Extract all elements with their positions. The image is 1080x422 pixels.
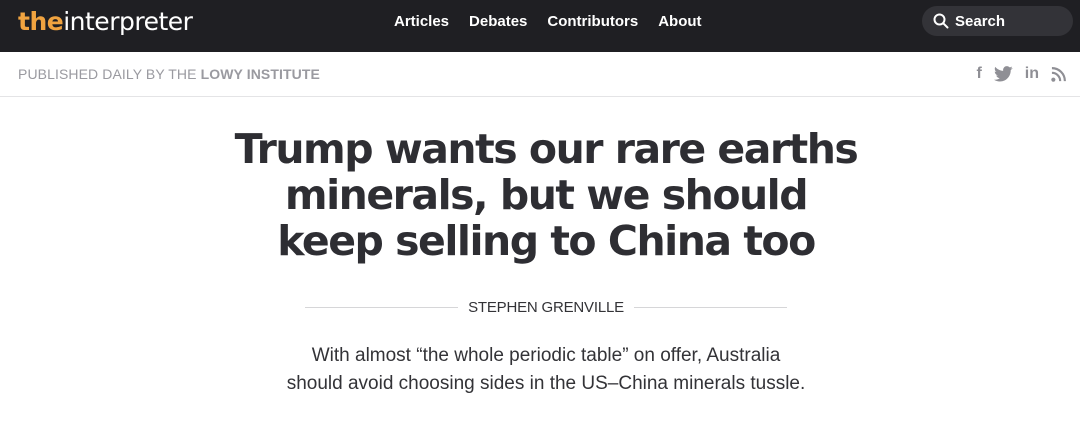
headline-line: minerals, but we should (284, 171, 809, 219)
tagline-institute-link[interactable]: LOWY INSTITUTE (201, 66, 320, 82)
publisher-tagline: PUBLISHED DAILY BY THE LOWY INSTITUTE (18, 66, 320, 82)
nav-item-contributors[interactable]: Contributors (537, 13, 648, 31)
rss-icon[interactable] (1051, 66, 1066, 82)
standfirst-line: With almost “the whole periodic table” o… (311, 345, 781, 366)
social-links: f in (976, 64, 1066, 84)
facebook-icon[interactable]: f (976, 64, 981, 84)
headline-line: keep selling to China too (277, 217, 816, 265)
byline: STEPHEN GRENVILLE (305, 297, 788, 317)
standfirst-line: should avoid choosing sides in the US–Ch… (286, 373, 806, 394)
search-button[interactable]: Search (922, 6, 1073, 36)
tagline-prefix: PUBLISHED DAILY BY THE (18, 66, 197, 82)
logo-name: interpreter (63, 7, 193, 36)
headline-line: Trump wants our rare earths (234, 125, 859, 173)
nav-item-debates[interactable]: Debates (459, 13, 537, 31)
article-standfirst: With almost “the whole periodic table” o… (0, 342, 1080, 398)
twitter-icon[interactable] (993, 66, 1013, 82)
linkedin-icon[interactable]: in (1025, 64, 1039, 84)
publisher-bar: PUBLISHED DAILY BY THE LOWY INSTITUTE f … (0, 52, 1080, 97)
main-nav: Articles Debates Contributors About (384, 13, 712, 31)
site-logo[interactable]: theinterpreter (18, 7, 193, 37)
search-icon (933, 13, 949, 29)
article-headline: Trump wants our rare earths minerals, bu… (0, 126, 1080, 264)
nav-item-articles[interactable]: Articles (384, 13, 459, 31)
top-navigation-bar: theinterpreter Articles Debates Contribu… (0, 0, 1080, 52)
nav-item-about[interactable]: About (648, 13, 711, 31)
byline-divider-left (305, 306, 459, 308)
search-label: Search (955, 12, 1006, 30)
byline-divider-right (633, 306, 788, 308)
logo-prefix: the (18, 7, 64, 36)
author-name[interactable]: STEPHEN GRENVILLE (458, 299, 634, 316)
